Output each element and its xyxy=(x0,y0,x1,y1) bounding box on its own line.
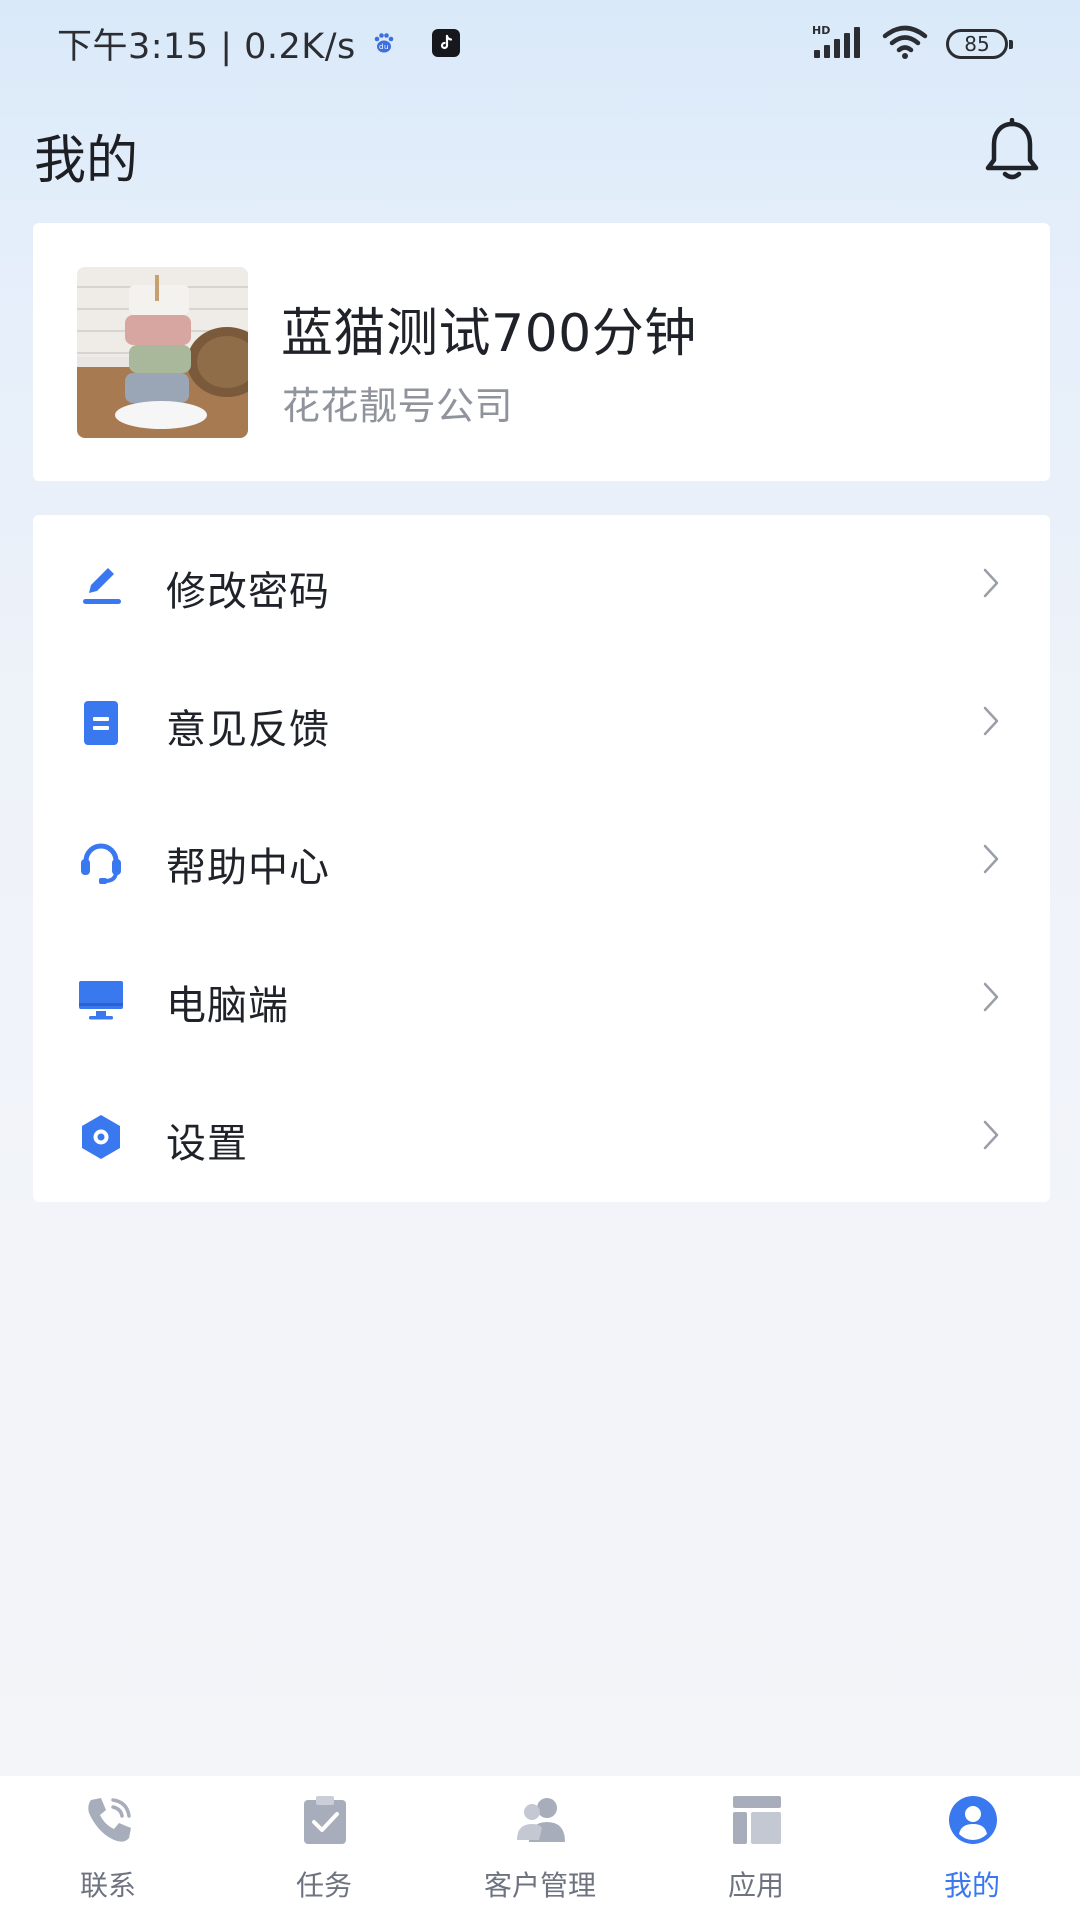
profile-card[interactable]: 蓝猫测试700分钟 花花靓号公司 xyxy=(33,223,1050,481)
profile-name: 蓝猫测试700分钟 xyxy=(281,304,697,364)
menu-item-help-center[interactable]: 帮助中心 xyxy=(33,791,1050,929)
tiktok-app-icon xyxy=(431,29,460,57)
page-title: 我的 xyxy=(34,131,139,191)
cellular-signal-icon: HD xyxy=(812,24,864,64)
chevron-right-icon xyxy=(980,703,1002,739)
headset-icon xyxy=(77,837,125,885)
phone-icon xyxy=(83,1794,135,1846)
status-bar-right: HD 85 xyxy=(812,24,1013,64)
menu-item-label: 修改密码 xyxy=(166,569,330,615)
profile-company: 花花靓号公司 xyxy=(282,384,514,428)
chevron-right-icon xyxy=(980,979,1002,1015)
svg-text:du: du xyxy=(379,43,389,51)
monitor-icon xyxy=(77,975,125,1023)
menu-item-settings[interactable]: 设置 xyxy=(33,1067,1050,1205)
chevron-right-icon xyxy=(980,841,1002,877)
menu-item-desktop[interactable]: 电脑端 xyxy=(33,929,1050,1067)
nav-item-contact[interactable]: 联系 xyxy=(0,1776,216,1920)
svg-text:HD: HD xyxy=(812,24,830,37)
users-icon xyxy=(515,1794,567,1846)
nav-item-label: 客户管理 xyxy=(483,1869,596,1902)
profile-icon xyxy=(947,1794,999,1846)
status-time-speed: 下午3:15 | 0.2K/s xyxy=(57,26,356,67)
notification-bell-icon[interactable] xyxy=(982,117,1042,182)
menu-item-label: 电脑端 xyxy=(166,983,289,1029)
nav-item-apps[interactable]: 应用 xyxy=(648,1776,864,1920)
chevron-right-icon xyxy=(980,565,1002,601)
nav-item-label: 我的 xyxy=(943,1869,1000,1902)
nav-item-label: 应用 xyxy=(727,1869,784,1902)
nav-item-customers[interactable]: 客户管理 xyxy=(432,1776,648,1920)
baidu-app-icon: du xyxy=(370,29,398,57)
avatar[interactable] xyxy=(77,267,248,438)
menu-item-label: 意见反馈 xyxy=(166,707,330,753)
status-bar: 下午3:15 | 0.2K/s du HD 85 xyxy=(0,0,1080,86)
status-bar-left: 下午3:15 | 0.2K/s du xyxy=(57,20,460,67)
apps-grid-icon xyxy=(731,1794,783,1846)
nav-item-label: 联系 xyxy=(79,1869,136,1902)
menu-card: 修改密码 意见反馈 帮助中心 电脑端 设置 xyxy=(33,515,1050,1202)
hexagon-gear-icon xyxy=(77,1113,125,1161)
menu-item-label: 设置 xyxy=(166,1121,248,1167)
chevron-right-icon xyxy=(980,1117,1002,1153)
menu-item-change-password[interactable]: 修改密码 xyxy=(33,515,1050,653)
nav-item-tasks[interactable]: 任务 xyxy=(216,1776,432,1920)
menu-item-feedback[interactable]: 意见反馈 xyxy=(33,653,1050,791)
menu-item-label: 帮助中心 xyxy=(166,845,330,891)
nav-item-label: 任务 xyxy=(295,1869,352,1902)
battery-indicator: 85 xyxy=(946,29,1013,59)
bottom-nav: 联系 任务 客户管理 应用 我的 xyxy=(0,1776,1080,1920)
clipboard-check-icon xyxy=(299,1794,351,1846)
nav-item-mine[interactable]: 我的 xyxy=(864,1776,1080,1920)
edit-pencil-icon xyxy=(77,561,125,609)
document-icon xyxy=(77,699,125,747)
wifi-icon xyxy=(882,24,928,64)
